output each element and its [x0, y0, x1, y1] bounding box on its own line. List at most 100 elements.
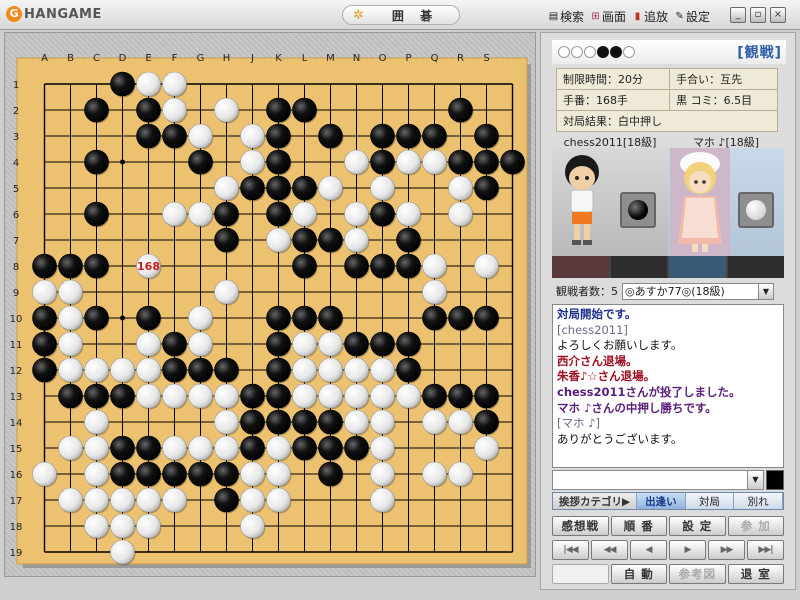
white-stone[interactable] [84, 409, 109, 435]
white-stone[interactable] [266, 461, 291, 487]
white-stone[interactable] [344, 409, 369, 435]
black-stone[interactable] [292, 409, 317, 435]
black-stone[interactable] [188, 461, 213, 487]
black-stone[interactable] [266, 331, 291, 357]
white-stone[interactable] [422, 461, 447, 487]
white-stone[interactable] [318, 357, 343, 383]
white-stone[interactable] [240, 461, 265, 487]
white-stone[interactable] [344, 383, 369, 409]
black-stone[interactable] [162, 123, 187, 149]
white-stone[interactable] [474, 253, 499, 279]
review-button[interactable]: 感想戦 [552, 516, 609, 536]
black-stone[interactable] [474, 149, 499, 175]
black-stone[interactable] [110, 435, 135, 461]
black-stone[interactable] [370, 253, 395, 279]
black-stone[interactable] [214, 227, 239, 253]
white-stone[interactable] [344, 227, 369, 253]
black-stone[interactable] [110, 461, 135, 487]
black-stone[interactable] [266, 383, 291, 409]
black-stone[interactable] [422, 383, 447, 409]
white-stone[interactable] [58, 331, 83, 357]
white-stone[interactable] [136, 513, 161, 539]
white-stone[interactable] [58, 357, 83, 383]
white-stone[interactable] [214, 435, 239, 461]
menu-search[interactable]: ▤ 検索 [548, 8, 584, 25]
black-stone[interactable] [214, 357, 239, 383]
leave-room-button[interactable]: 退 室 [727, 564, 784, 584]
chat-log[interactable]: 対局開始です。 [chess2011] よろしくお願いします。 西介さん退場。 朱香♪☆… [552, 304, 784, 468]
white-stone[interactable] [136, 357, 161, 383]
white-stone[interactable] [214, 279, 239, 305]
black-stone[interactable] [266, 175, 291, 201]
tab-game[interactable]: 対局 [685, 493, 735, 509]
white-stone[interactable] [292, 331, 317, 357]
white-stone[interactable] [136, 487, 161, 513]
white-stone[interactable] [188, 383, 213, 409]
white-stone[interactable] [422, 409, 447, 435]
black-stone[interactable] [240, 175, 265, 201]
white-stone[interactable] [214, 409, 239, 435]
black-stone[interactable] [266, 409, 291, 435]
first-move-button[interactable]: |◀◀ [552, 540, 589, 560]
restore-button[interactable]: ▫ [750, 7, 766, 23]
tab-farewell[interactable]: 別れ [734, 493, 784, 509]
white-stone[interactable] [110, 357, 135, 383]
black-stone[interactable] [84, 253, 109, 279]
black-stone[interactable] [292, 435, 317, 461]
white-stone[interactable] [136, 383, 161, 409]
settings-button[interactable]: 設 定 [669, 516, 726, 536]
black-stone[interactable] [58, 383, 83, 409]
auto-play-button[interactable]: 自 動 [610, 564, 667, 584]
black-stone[interactable] [344, 331, 369, 357]
black-stone[interactable] [422, 305, 447, 331]
back-button[interactable]: ◀ [630, 540, 667, 560]
chevron-down-icon[interactable]: ▼ [747, 471, 763, 489]
white-stone[interactable] [370, 409, 395, 435]
reference-diagram-button[interactable]: 参考図 [669, 564, 726, 584]
black-stone[interactable] [292, 97, 317, 123]
black-stone[interactable] [448, 305, 473, 331]
menu-screen[interactable]: ⊞ 画面 [590, 8, 626, 25]
black-stone[interactable] [448, 149, 473, 175]
join-button[interactable]: 参 加 [727, 516, 784, 536]
black-stone[interactable] [266, 97, 291, 123]
white-stone[interactable] [266, 487, 291, 513]
black-stone[interactable] [448, 97, 473, 123]
black-stone[interactable] [110, 71, 135, 97]
black-stone[interactable] [448, 383, 473, 409]
white-stone[interactable] [240, 123, 265, 149]
close-button[interactable]: × [770, 7, 786, 23]
black-stone[interactable] [396, 331, 421, 357]
black-stone[interactable] [370, 123, 395, 149]
white-stone[interactable] [188, 123, 213, 149]
black-stone[interactable] [422, 123, 447, 149]
last-move-button[interactable]: ▶▶| [747, 540, 784, 560]
black-stone[interactable] [318, 227, 343, 253]
white-stone[interactable] [292, 201, 317, 227]
chat-color-picker[interactable] [766, 470, 784, 490]
forward-button[interactable]: ▶ [669, 540, 706, 560]
white-stone[interactable] [214, 175, 239, 201]
black-stone[interactable] [84, 149, 109, 175]
black-stone[interactable] [292, 253, 317, 279]
black-stone[interactable] [240, 435, 265, 461]
white-stone[interactable] [58, 305, 83, 331]
white-stone[interactable] [292, 383, 317, 409]
white-stone[interactable] [396, 383, 421, 409]
black-stone[interactable] [396, 227, 421, 253]
black-stone[interactable] [84, 97, 109, 123]
white-stone[interactable] [188, 305, 213, 331]
black-stone[interactable] [266, 149, 291, 175]
black-stone[interactable] [162, 331, 187, 357]
white-stone[interactable] [58, 435, 83, 461]
white-stone[interactable] [162, 201, 187, 227]
black-stone[interactable] [318, 305, 343, 331]
white-stone[interactable] [448, 461, 473, 487]
white-stone[interactable] [110, 487, 135, 513]
white-stone[interactable] [344, 149, 369, 175]
white-stone[interactable] [266, 435, 291, 461]
minimize-button[interactable]: _ [730, 7, 746, 23]
white-stone[interactable] [344, 357, 369, 383]
black-stone[interactable] [214, 487, 239, 513]
black-stone[interactable] [136, 435, 161, 461]
